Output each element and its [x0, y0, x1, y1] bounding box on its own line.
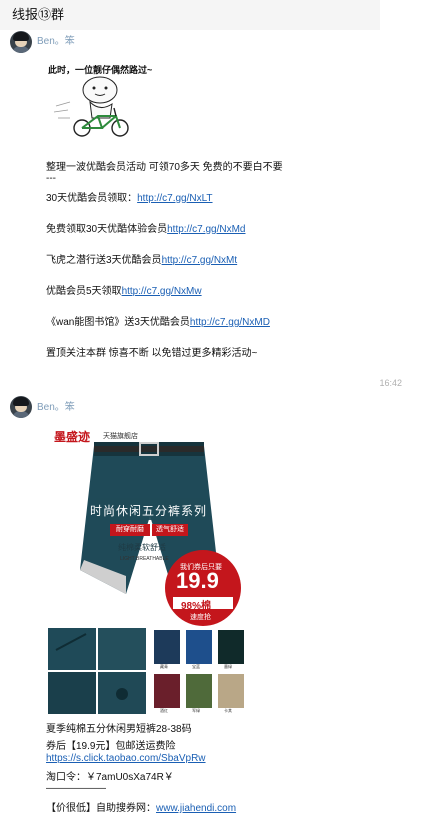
product-series-title: 时尚休闲五分裤系列	[90, 504, 208, 518]
message-link[interactable]: http://c7.gg/NxMd	[167, 224, 245, 235]
price-badge-pct: 98%棉	[181, 601, 212, 612]
product-subtext-en: LIGHT BREATHABLE	[120, 556, 169, 562]
message-line: 【价很低】自助搜券网：www.jiahendi.com	[46, 803, 237, 814]
product-subtext: 纯棉柔软舒适	[118, 543, 166, 552]
message-line: 淘口令：￥7amU0sXa74R￥	[46, 772, 174, 783]
message-link[interactable]: http://c7.gg/NxMw	[122, 286, 202, 297]
message-line: 飞虎之潜行送3天优酷会员http://c7.gg/NxMt	[46, 255, 238, 266]
message-link[interactable]: http://c7.gg/NxLT	[137, 193, 212, 204]
message-line: 整理一波优酷会员活动 可领70多天 免费的不要白不要	[46, 162, 283, 173]
product-brand: 墨盛迹	[54, 430, 91, 444]
sender-avatar[interactable]	[10, 31, 32, 53]
sender-avatar[interactable]	[10, 396, 32, 418]
sender-name[interactable]: Ben。笨	[37, 32, 75, 47]
message-line: ——————	[46, 783, 106, 794]
price-badge-bottom: 速度抢	[190, 614, 211, 621]
message-line: 《wan能图书馆》送3天优酷会员http://c7.gg/NxMD	[46, 317, 270, 328]
price-badge-price: 19.9	[176, 568, 219, 593]
message-link[interactable]: https://s.click.taobao.com/SbaVpRw	[46, 753, 206, 764]
swatch-label: 酒红	[160, 708, 168, 713]
message-line: 30天优酷会员领取：http://c7.gg/NxLT	[46, 193, 213, 204]
message-line: 券后【19.9元】包邮送运费险	[46, 741, 176, 752]
message-link[interactable]: http://c7.gg/NxMD	[190, 317, 270, 328]
swatch-label: 军绿	[192, 708, 200, 713]
message-line: 夏季纯棉五分休闲男短裤28-38码	[46, 724, 192, 735]
chat-title-bar: 线报⑬群	[0, 0, 380, 30]
message-link[interactable]: http://c7.gg/NxMt	[162, 255, 238, 266]
message-line: 置顶关注本群 惊喜不断 以免错过更多精彩活动~	[46, 348, 258, 359]
sticker-caption: 此时，一位靓仔偶然路过~	[48, 65, 153, 75]
product-tag: 透气舒适	[152, 524, 188, 536]
swatch-label: 宝蓝	[192, 664, 200, 669]
message-timestamp: 16:42	[379, 378, 402, 388]
message-line: https://s.click.taobao.com/SbaVpRw	[46, 753, 206, 764]
product-tag: 耐穿耐磨	[110, 524, 150, 536]
swatch-label: 藏青	[160, 664, 168, 669]
message-line: 免费领取30天优酷体验会员http://c7.gg/NxMd	[46, 224, 246, 235]
sender-name[interactable]: Ben。笨	[37, 398, 75, 413]
product-brand-sub: 天猫旗舰店	[103, 433, 138, 440]
swatch-label: 墨绿	[224, 664, 232, 669]
swatch-label: 卡其	[224, 708, 232, 713]
message-link[interactable]: www.jiahendi.com	[156, 803, 236, 814]
message-line: 优酷会员5天领取http://c7.gg/NxMw	[46, 286, 202, 297]
chat-title: 线报⑬群	[12, 7, 65, 22]
message-line: ---	[46, 173, 56, 184]
